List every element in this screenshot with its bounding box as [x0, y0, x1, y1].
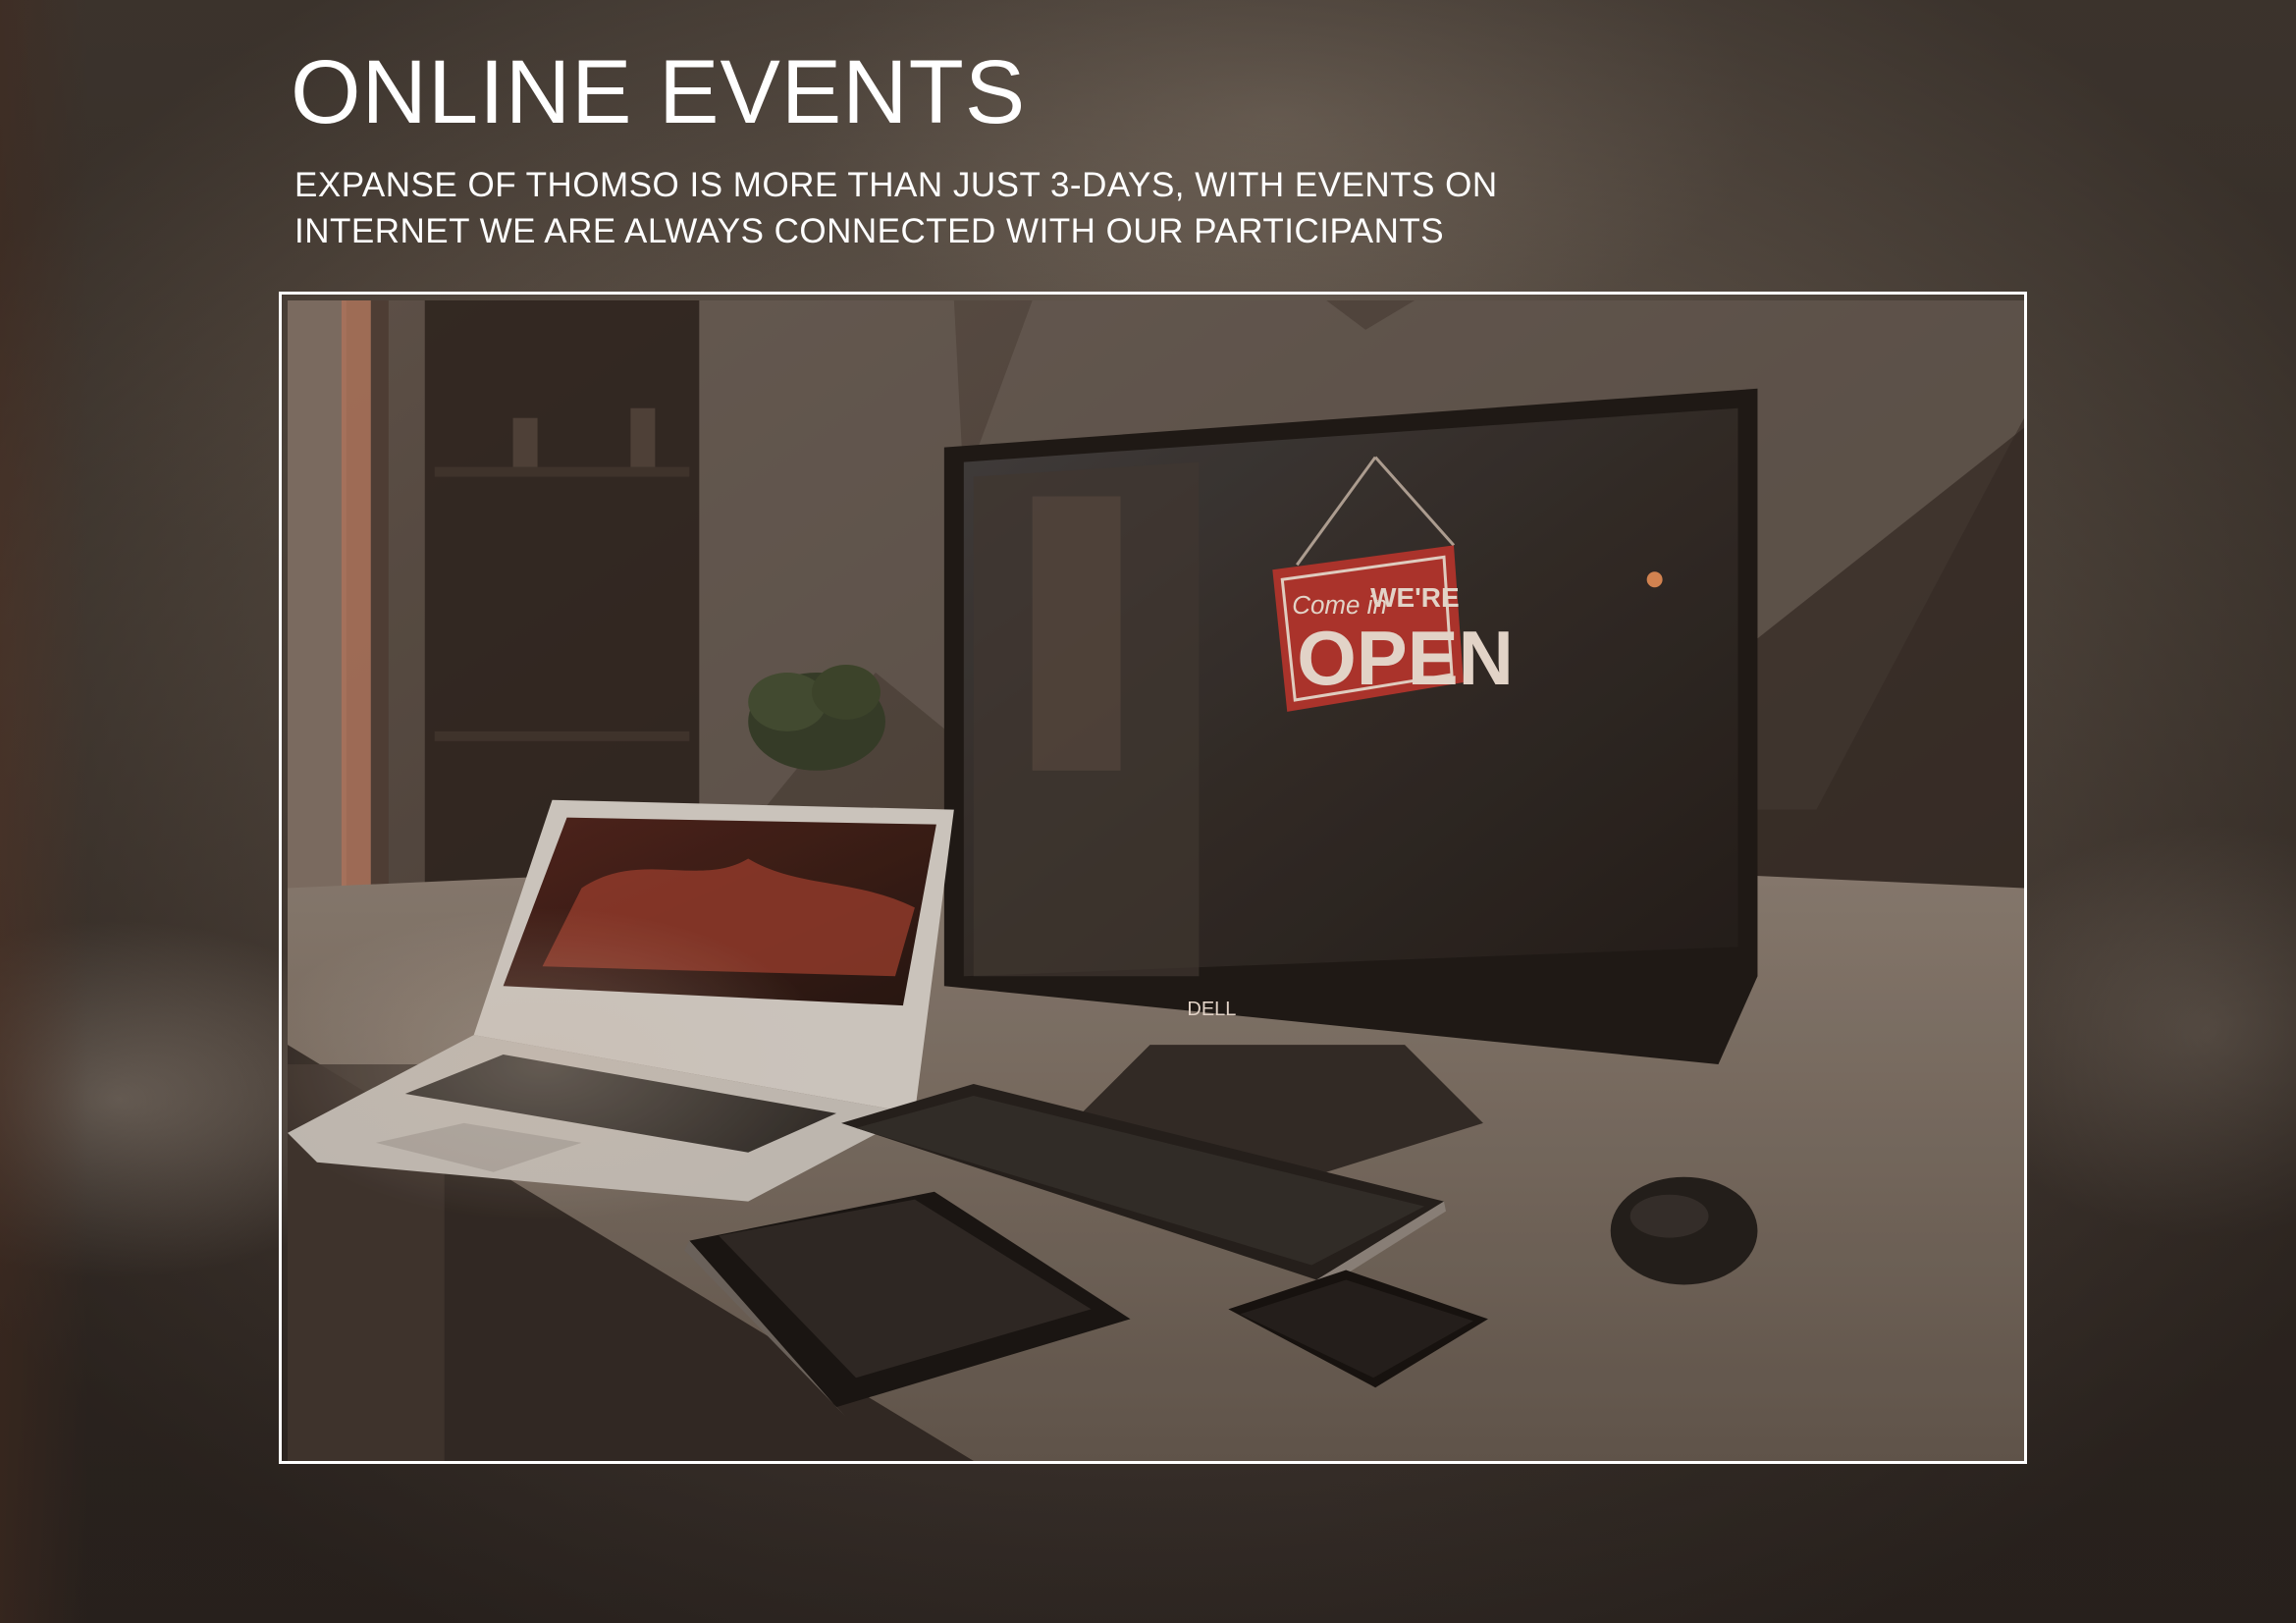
desk-setup-photo: DELL Come in WE'RE OPEN: [288, 300, 2024, 1461]
desk-setup-illustration: DELL Come in WE'RE OPEN: [288, 300, 2024, 1461]
subtitle-line-2: INTERNET WE ARE ALWAYS CONNECTED WITH OU…: [294, 212, 1445, 250]
page-title: ONLINE EVENTS: [291, 42, 1027, 142]
page-subtitle: EXPANSE OF THOMSO IS MORE THAN JUST 3-DA…: [294, 162, 1498, 254]
subtitle-line-1: EXPANSE OF THOMSO IS MORE THAN JUST 3-DA…: [294, 166, 1498, 204]
photo-frame: DELL Come in WE'RE OPEN: [279, 292, 2027, 1464]
page: ONLINE EVENTS EXPANSE OF THOMSO IS MORE …: [0, 0, 2296, 1623]
